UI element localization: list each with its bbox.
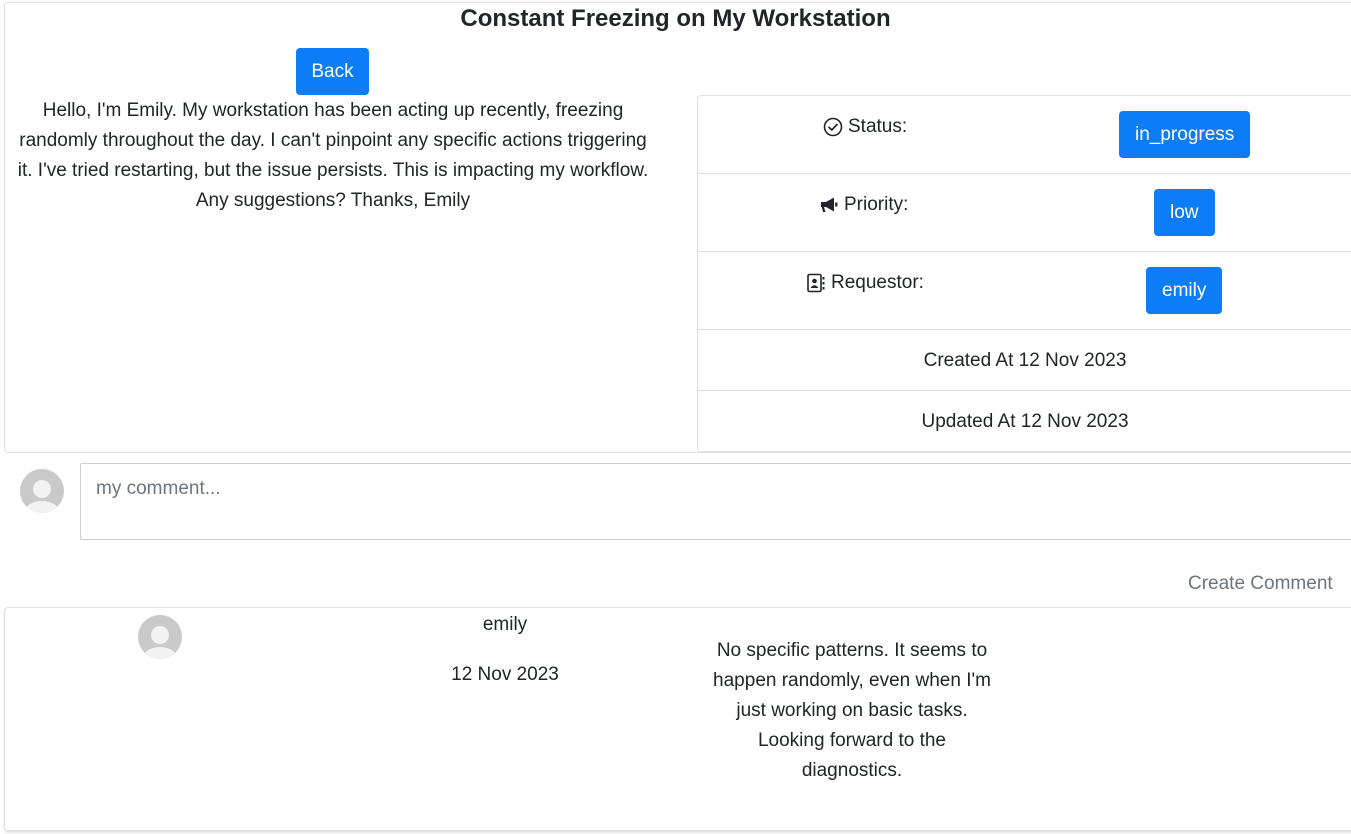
current-user-avatar xyxy=(20,469,64,513)
priority-badge: low xyxy=(1154,189,1215,236)
updated-at: Updated At 12 Nov 2023 xyxy=(921,411,1129,432)
status-badge: in_progress xyxy=(1119,111,1251,158)
comment-card xyxy=(4,607,1351,831)
ticket-info-panel: Status: in_progress Priority: low Reques… xyxy=(697,95,1351,452)
requestor-badge: emily xyxy=(1146,267,1223,314)
contact-card-icon xyxy=(805,272,827,294)
page-title: Constant Freezing on My Workstation xyxy=(460,5,891,32)
status-label: Status: xyxy=(848,116,908,137)
requestor-row: Requestor: emily xyxy=(698,252,1351,330)
create-comment-button[interactable]: Create Comment xyxy=(1188,573,1333,595)
comment-text: No specific patterns. It seems to happen… xyxy=(713,640,991,781)
avatar-body xyxy=(24,500,60,513)
created-row: Created At 12 Nov 2023 xyxy=(698,330,1351,391)
check-circle-icon xyxy=(822,116,844,138)
back-button[interactable]: Back xyxy=(296,48,369,95)
comment-author: emily xyxy=(482,614,528,635)
avatar-head xyxy=(32,479,52,499)
requestor-label: Requestor: xyxy=(831,272,924,293)
priority-row: Priority: low xyxy=(698,174,1351,252)
requestor-label-group: Requestor: xyxy=(805,272,924,294)
created-at: Created At 12 Nov 2023 xyxy=(923,350,1127,371)
status-label-group: Status: xyxy=(822,116,907,138)
status-row: Status: in_progress xyxy=(698,96,1351,174)
priority-label: Priority: xyxy=(844,194,909,215)
ticket-description: Hello, I'm Emily. My workstation has bee… xyxy=(17,100,649,211)
comment-input[interactable] xyxy=(80,463,1351,540)
updated-row: Updated At 12 Nov 2023 xyxy=(698,391,1351,452)
priority-label-group: Priority: xyxy=(818,194,908,216)
avatar-body xyxy=(142,646,178,659)
megaphone-icon xyxy=(818,194,840,216)
